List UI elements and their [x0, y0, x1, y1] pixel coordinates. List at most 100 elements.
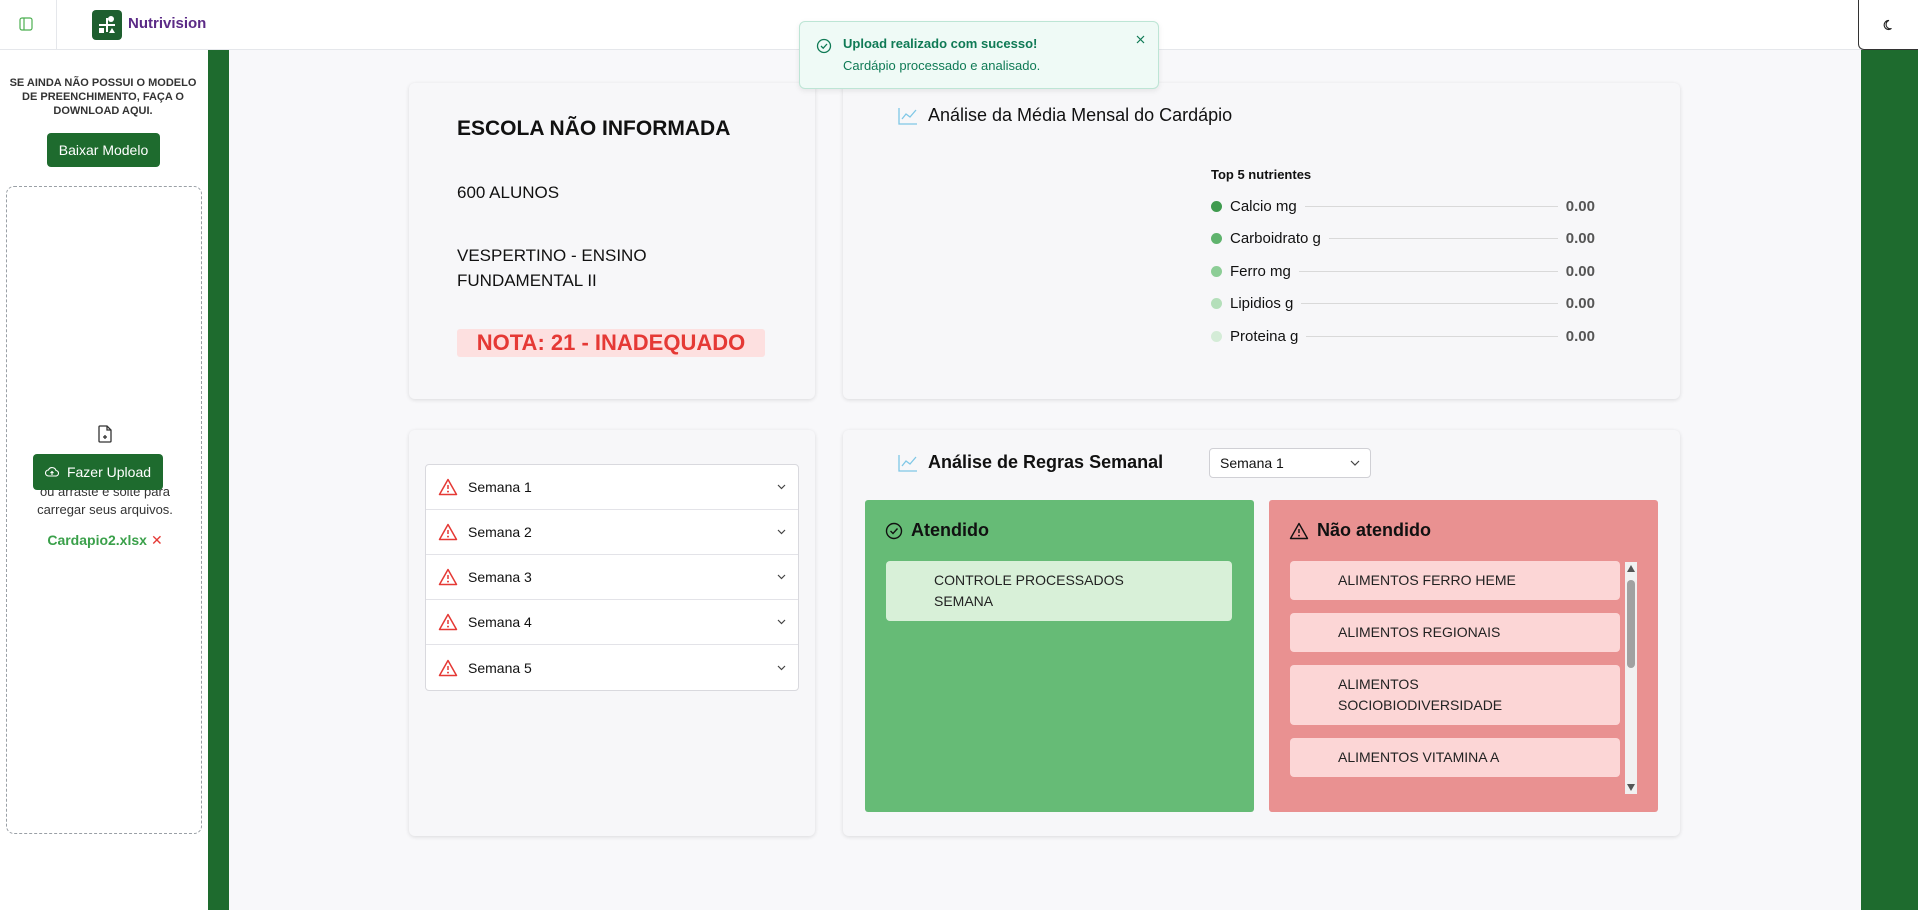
week-accordion-item[interactable]: Semana 5 [426, 645, 798, 690]
main-content: ESCOLA NÃO INFORMADA 600 ALUNOS VESPERTI… [229, 50, 1861, 910]
nutrient-value: 0.00 [1565, 197, 1595, 215]
warning-icon [1289, 522, 1309, 539]
chevron-down-icon [777, 574, 786, 580]
upload-button[interactable]: Fazer Upload [33, 454, 163, 490]
nutrient-row: Proteina g 0.00 [1211, 326, 1595, 346]
unmet-rules-title: Não atendido [1317, 520, 1432, 540]
weekly-title-text: Análise de Regras Semanal [928, 452, 1164, 472]
file-dropzone[interactable]: Clique aqui ou arraste e solte para carr… [6, 186, 202, 834]
check-circle-icon [885, 522, 903, 539]
brand-name: Nutrivision [128, 15, 207, 32]
theme-toggle-button[interactable] [1858, 0, 1918, 50]
legend-dot [1211, 200, 1222, 212]
nutrient-value: 0.00 [1565, 327, 1595, 345]
chevron-down-icon [777, 529, 786, 535]
leader-line [1301, 303, 1558, 304]
week-label: Semana 5 [468, 659, 532, 676]
leader-line [1298, 270, 1558, 272]
unmet-rules-scrollbar[interactable] [1625, 562, 1637, 794]
nutrient-row: Lipidios g 0.00 [1211, 294, 1595, 314]
warning-icon [438, 568, 458, 586]
divider [56, 0, 57, 50]
selected-file: Cardapio2.xlsx ✕ [7, 532, 203, 549]
week-accordion-item[interactable]: Semana 3 [426, 555, 798, 600]
warning-icon [438, 659, 458, 676]
file-plus-icon [98, 425, 112, 443]
school-card: ESCOLA NÃO INFORMADA 600 ALUNOS VESPERTI… [409, 83, 815, 399]
unmet-rules-header: Não atendido [1289, 520, 1431, 541]
monthly-title: Análise da Média Mensal do Cardápio [898, 105, 1232, 126]
monthly-title-text: Análise da Média Mensal do Cardápio [928, 105, 1233, 125]
panel-left-icon[interactable] [12, 12, 40, 36]
warning-icon [438, 613, 458, 631]
cloud-upload-icon [44, 467, 59, 477]
week-label: Semana 1 [468, 479, 532, 495]
trend-icon [898, 107, 917, 125]
download-template-button[interactable]: Baixar Modelo [47, 133, 160, 167]
monthly-analysis-card: Análise da Média Mensal do Cardápio Top … [843, 83, 1680, 399]
nutrient-row: Carboidrato g 0.00 [1211, 229, 1595, 249]
leader-line [1328, 238, 1558, 239]
warning-icon [438, 523, 458, 541]
unmet-rules-panel: Não atendido ALIMENTOS FERRO HEME ALIMEN… [1269, 500, 1658, 812]
upload-button-label: Fazer Upload [66, 464, 152, 480]
weeks-accordion: Semana 1 Semana 2 Semana 3 Semana 4 Semana 5 [425, 464, 799, 691]
close-icon[interactable] [1132, 31, 1148, 47]
trend-icon [898, 454, 917, 472]
nutrient-row: Ferro mg 0.00 [1211, 261, 1595, 281]
template-note: SE AINDA NÃO POSSUI O MODELO DE PREENCHI… [9, 77, 197, 117]
unmet-rule-item: ALIMENTOS FERRO HEME [1290, 561, 1620, 600]
week-select-value: Semana 1 [1220, 455, 1284, 471]
grade-badge: NOTA: 21 - INADEQUADO [457, 329, 765, 357]
week-label: Semana 2 [468, 524, 532, 540]
leader-line [1306, 335, 1558, 337]
toast-title: Upload realizado com sucesso! [843, 36, 1038, 51]
scroll-up-arrow-icon[interactable] [1627, 565, 1635, 572]
unmet-rule-item: ALIMENTOS REGIONAIS [1290, 613, 1620, 652]
nutrient-value: 0.00 [1565, 230, 1595, 247]
nutrient-name: Calcio mg [1230, 197, 1297, 215]
selected-file-name: Cardapio2.xlsx [47, 532, 147, 548]
chevron-down-icon [777, 665, 786, 670]
scroll-down-arrow-icon[interactable] [1627, 784, 1635, 791]
week-accordion-item[interactable]: Semana 1 [426, 465, 798, 510]
met-rule-item: CONTROLE PROCESSADOS SEMANA [886, 561, 1232, 621]
chevron-down-icon [777, 484, 786, 490]
weekly-title: Análise de Regras Semanal [898, 452, 1163, 473]
moon-icon [1883, 19, 1892, 30]
legend-dot [1211, 330, 1222, 342]
frame-right [1861, 50, 1918, 910]
week-label: Semana 4 [468, 614, 532, 630]
week-accordion-item[interactable]: Semana 2 [426, 510, 798, 555]
school-shift: VESPERTINO - ENSINO FUNDAMENTAL II [457, 246, 647, 290]
upload-sidebar: SE AINDA NÃO POSSUI O MODELO DE PREENCHI… [0, 50, 208, 910]
legend-dot [1211, 233, 1222, 244]
nutrient-name: Carboidrato g [1230, 230, 1321, 247]
weekly-rules-card: Análise de Regras Semanal Semana 1 Atend… [843, 430, 1680, 836]
nutrient-name: Ferro mg [1230, 262, 1291, 280]
chevron-down-icon [777, 619, 786, 625]
weeks-card: Semana 1 Semana 2 Semana 3 Semana 4 Semana 5 [409, 430, 815, 836]
met-rules-panel: Atendido CONTROLE PROCESSADOS SEMANA [865, 500, 1254, 812]
met-rules-header: Atendido [885, 520, 989, 541]
chevron-down-icon [1350, 460, 1360, 466]
warning-icon [438, 478, 458, 496]
logo [92, 10, 122, 40]
week-select[interactable]: Semana 1 [1209, 448, 1371, 478]
scroll-thumb[interactable] [1627, 580, 1635, 668]
nutrient-name: Proteina g [1230, 327, 1299, 345]
frame-left [208, 50, 229, 910]
success-toast: Upload realizado com sucesso! Cardápio p… [799, 21, 1159, 89]
legend-dot [1211, 265, 1222, 277]
toast-message: Cardápio processado e analisado. [843, 58, 1041, 73]
unmet-rule-item: ALIMENTOS SOCIOBIODIVERSIDADE [1290, 665, 1620, 725]
legend-dot [1211, 298, 1222, 309]
nutrient-value: 0.00 [1565, 295, 1595, 312]
week-accordion-item[interactable]: Semana 4 [426, 600, 798, 645]
school-name: ESCOLA NÃO INFORMADA [457, 117, 731, 140]
remove-file-icon[interactable]: ✕ [151, 532, 163, 548]
check-circle-icon [816, 38, 832, 54]
nutrient-name: Lipidios g [1230, 295, 1294, 312]
week-label: Semana 3 [468, 569, 532, 585]
nutrient-row: Calcio mg 0.00 [1211, 196, 1595, 216]
